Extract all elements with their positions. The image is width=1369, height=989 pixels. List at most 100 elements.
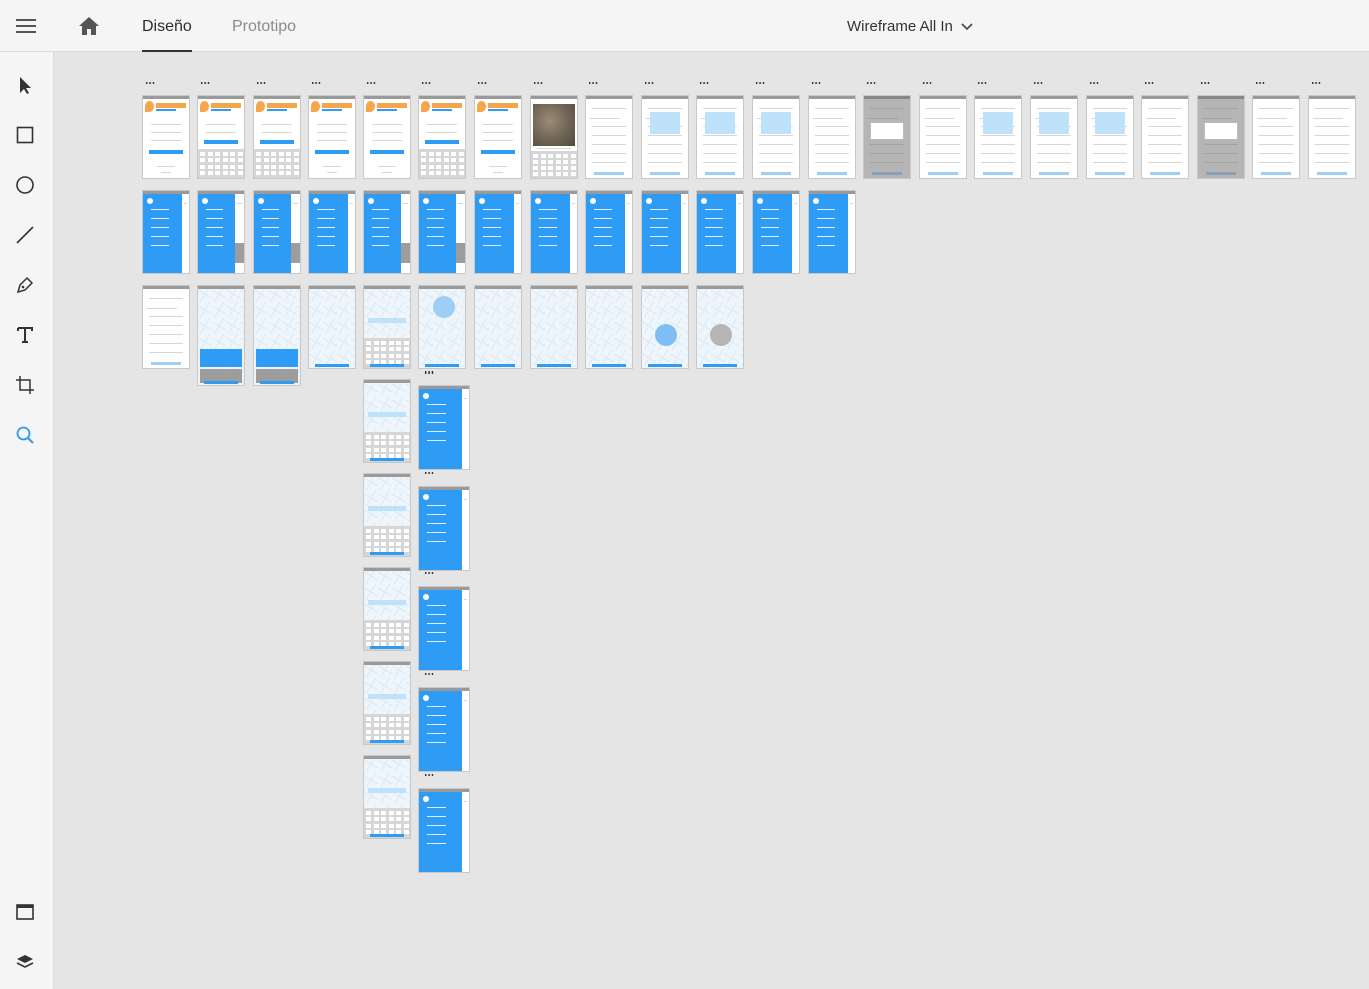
ellipse-icon[interactable]	[10, 170, 40, 200]
zoom-icon[interactable]	[10, 420, 40, 450]
hamburger-menu-icon[interactable]	[14, 15, 38, 37]
artboard[interactable]	[253, 95, 301, 179]
list-line	[703, 135, 737, 136]
key	[230, 151, 235, 156]
artboard[interactable]	[418, 95, 466, 179]
artboard[interactable]	[474, 95, 522, 179]
tab-diseno[interactable]: Diseño	[142, 18, 192, 36]
artboard[interactable]	[253, 190, 301, 274]
artboard[interactable]	[696, 285, 744, 369]
subtitle-line	[813, 118, 843, 119]
artboard[interactable]	[142, 190, 190, 274]
key	[373, 635, 379, 640]
artboard[interactable]	[474, 190, 522, 274]
artboard[interactable]	[974, 95, 1022, 179]
artboard[interactable]	[142, 285, 190, 369]
artboard[interactable]	[308, 285, 356, 369]
artboard[interactable]	[418, 788, 470, 873]
artboard[interactable]	[641, 95, 689, 179]
key	[388, 541, 394, 546]
avatar	[258, 198, 264, 204]
line-icon[interactable]	[10, 220, 40, 250]
search-field	[368, 317, 406, 323]
artboard[interactable]	[363, 190, 411, 274]
key	[381, 535, 386, 540]
map-action-button	[537, 364, 571, 367]
menu-item	[372, 227, 389, 228]
status-bar	[309, 286, 355, 289]
artboard[interactable]	[1030, 95, 1078, 179]
artboard[interactable]	[585, 285, 633, 369]
artboard[interactable]	[808, 190, 856, 274]
artboard[interactable]	[197, 190, 245, 274]
design-canvas[interactable]	[54, 52, 1369, 989]
key	[293, 164, 299, 169]
artboard[interactable]	[363, 95, 411, 179]
content-line	[458, 203, 463, 204]
artboard[interactable]	[418, 486, 470, 571]
artboard[interactable]	[641, 190, 689, 274]
artboard[interactable]	[530, 95, 578, 179]
artboard[interactable]	[418, 285, 466, 369]
artboard[interactable]	[585, 190, 633, 274]
key	[366, 729, 371, 734]
artboard[interactable]	[363, 473, 411, 557]
artboard[interactable]	[363, 567, 411, 651]
artboard[interactable]	[418, 687, 470, 772]
artboard[interactable]	[253, 285, 301, 386]
artboard[interactable]	[1308, 95, 1356, 179]
menu-item	[206, 236, 223, 237]
tab-prototipo[interactable]: Prototipo	[232, 18, 296, 36]
artboard[interactable]	[363, 661, 411, 745]
menu-item	[427, 541, 447, 542]
artboard-label-dots	[424, 472, 434, 474]
artboard[interactable]	[1141, 95, 1189, 179]
arrow-cursor-icon[interactable]	[10, 70, 40, 100]
artboard[interactable]	[530, 190, 578, 274]
artboard[interactable]	[363, 755, 411, 839]
artboard[interactable]	[696, 190, 744, 274]
document-title-dropdown[interactable]: Wireframe All In	[847, 18, 973, 35]
key	[443, 158, 449, 163]
menu-item	[372, 218, 389, 219]
keyboard	[254, 148, 300, 178]
artboard[interactable]	[418, 385, 470, 470]
artboard[interactable]	[1252, 95, 1300, 179]
rectangle-icon[interactable]	[10, 120, 40, 150]
artboard[interactable]	[585, 95, 633, 179]
artboard[interactable]	[308, 190, 356, 274]
artboard[interactable]	[863, 95, 911, 179]
artboard[interactable]	[197, 285, 245, 386]
key	[222, 164, 228, 169]
artboard-icon[interactable]	[10, 370, 40, 400]
artboard[interactable]	[752, 95, 800, 179]
menu-item	[427, 236, 444, 237]
list-line	[149, 334, 183, 335]
home-icon[interactable]	[77, 15, 101, 37]
artboard[interactable]	[1197, 95, 1245, 179]
artboard[interactable]	[1086, 95, 1134, 179]
menu-item	[317, 236, 335, 237]
artboard[interactable]	[752, 190, 800, 274]
artboard[interactable]	[418, 190, 466, 274]
artboard[interactable]	[308, 95, 356, 179]
form-line	[317, 124, 347, 125]
text-icon[interactable]	[10, 320, 40, 350]
artboard[interactable]	[696, 95, 744, 179]
artboard[interactable]	[197, 95, 245, 179]
layers-icon[interactable]	[10, 947, 40, 977]
artboard[interactable]	[919, 95, 967, 179]
artboard[interactable]	[474, 285, 522, 369]
artboard[interactable]	[808, 95, 856, 179]
menu-item	[151, 209, 169, 210]
artboard[interactable]	[418, 586, 470, 671]
artboard[interactable]	[363, 379, 411, 463]
pen-icon[interactable]	[10, 270, 40, 300]
artboard[interactable]	[363, 285, 411, 369]
artboard[interactable]	[142, 95, 190, 179]
artboard[interactable]	[641, 285, 689, 369]
assets-icon[interactable]	[10, 897, 40, 927]
key	[451, 158, 456, 163]
artboard[interactable]	[530, 285, 578, 369]
list-line	[981, 162, 1015, 163]
